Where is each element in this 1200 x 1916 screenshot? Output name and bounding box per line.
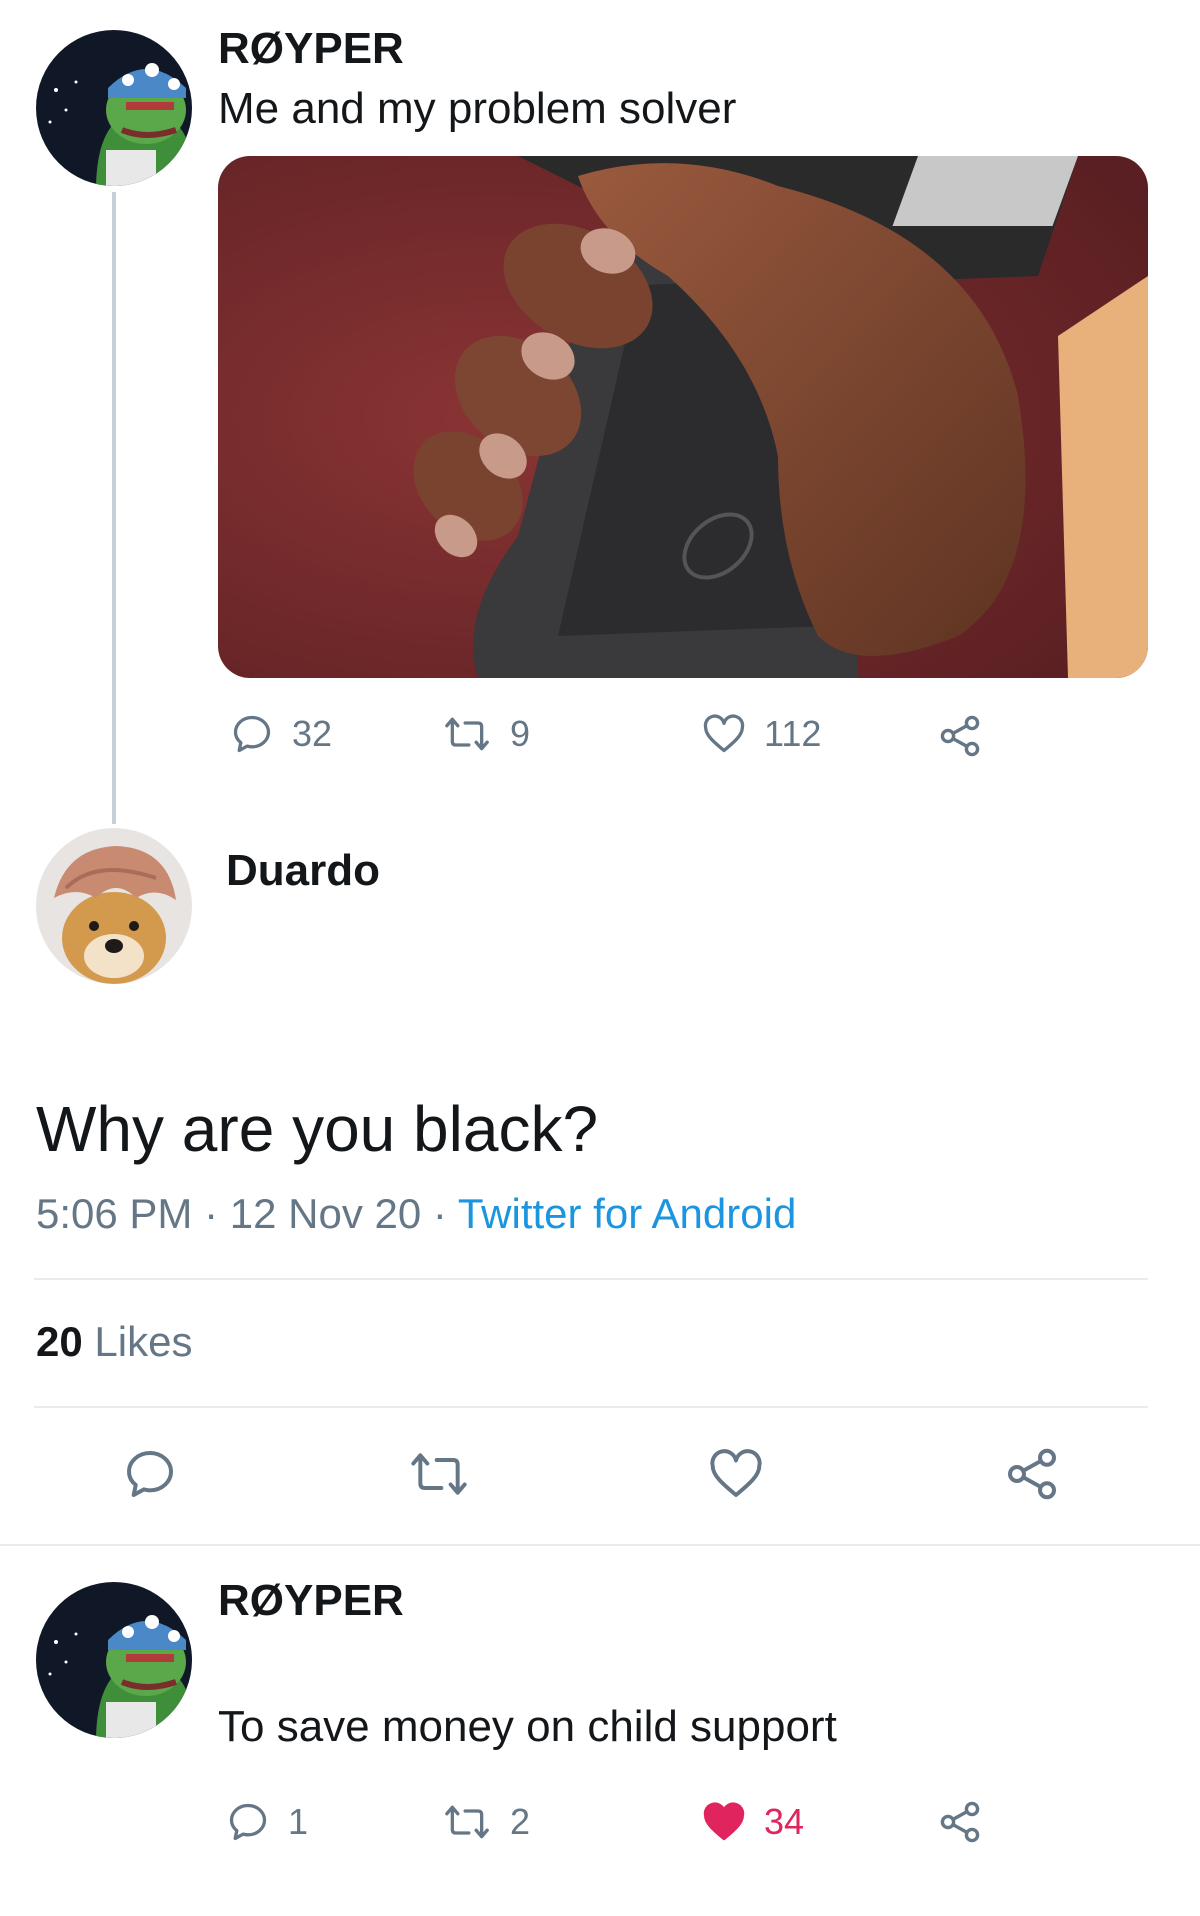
retweet-icon [408, 1446, 470, 1502]
share-icon [936, 1798, 984, 1846]
share-icon [1002, 1444, 1062, 1504]
reply-count: 32 [292, 713, 333, 754]
thread-line [112, 192, 116, 824]
retweet-icon [442, 1800, 492, 1844]
likes-summary[interactable]: 20 Likes [36, 1318, 192, 1366]
reply-icon [230, 712, 274, 756]
likes-count: 20 [36, 1318, 83, 1365]
meta-separator: · [204, 1190, 219, 1237]
like-icon [702, 1800, 746, 1844]
like-action[interactable]: 112 [702, 712, 821, 756]
divider [0, 1544, 1200, 1546]
author-name[interactable]: RØYPER [218, 24, 404, 74]
divider [34, 1278, 1148, 1280]
reply-icon [122, 1446, 178, 1502]
like-action-liked[interactable]: 34 [702, 1800, 804, 1844]
retweet-count: 9 [510, 713, 531, 754]
retweet-button[interactable] [408, 1446, 470, 1502]
retweet-action[interactable]: 9 [442, 712, 530, 756]
like-icon [708, 1446, 764, 1502]
author-name[interactable]: RØYPER [218, 1576, 404, 1626]
reply-action[interactable]: 1 [226, 1800, 308, 1844]
tweet-text: To save money on child support [218, 1702, 837, 1751]
tweet-photo[interactable] [218, 156, 1148, 678]
meta-separator: · [432, 1190, 447, 1237]
author-name[interactable]: Duardo [226, 846, 380, 896]
like-button[interactable] [708, 1446, 764, 1502]
likes-label: Likes [94, 1318, 193, 1365]
tweet-time: 5:06 PM [36, 1190, 193, 1237]
like-icon [702, 712, 746, 756]
retweet-icon [442, 712, 492, 756]
avatar[interactable] [36, 30, 192, 186]
retweet-count: 2 [510, 1801, 531, 1842]
like-count: 34 [764, 1801, 805, 1842]
tweet-source-link[interactable]: Twitter for Android [458, 1190, 796, 1237]
divider [34, 1406, 1148, 1408]
reply-action[interactable]: 32 [230, 712, 332, 756]
tweet-date: 12 Nov 20 [229, 1190, 422, 1237]
hand-photo-image [218, 156, 1148, 678]
retweet-action[interactable]: 2 [442, 1800, 530, 1844]
reply-button[interactable] [122, 1446, 178, 1502]
share-button[interactable] [1002, 1444, 1062, 1504]
avatar[interactable] [36, 828, 192, 984]
reply-count: 1 [288, 1801, 309, 1842]
tweet-text: Why are you black? [36, 1093, 599, 1165]
share-action[interactable] [936, 1798, 984, 1846]
avatar[interactable] [36, 1582, 192, 1738]
tweet-text: Me and my problem solver [218, 84, 737, 133]
reply-icon [226, 1800, 270, 1844]
like-count: 112 [764, 713, 822, 754]
tweet-metadata: 5:06 PM · 12 Nov 20 · Twitter for Androi… [36, 1190, 796, 1238]
share-action[interactable] [936, 712, 984, 760]
share-icon [936, 712, 984, 760]
